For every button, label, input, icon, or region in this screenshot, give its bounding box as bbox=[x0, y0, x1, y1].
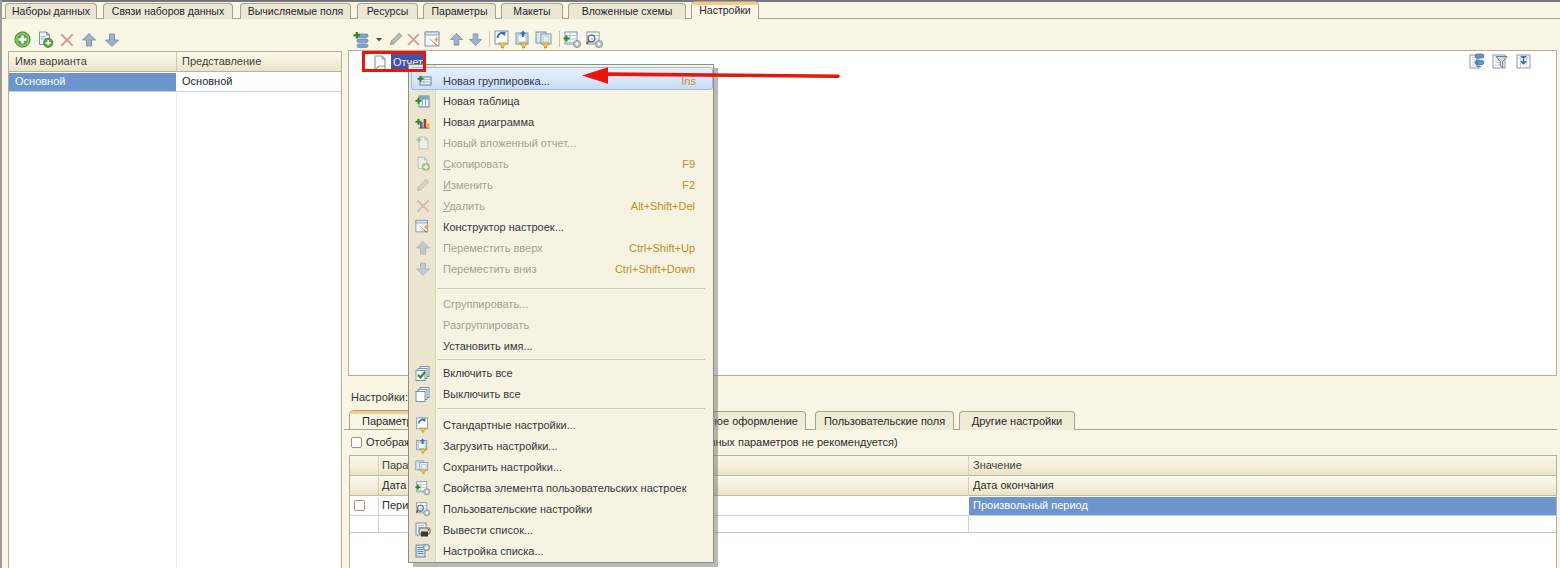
btn-copy[interactable] bbox=[36, 31, 54, 48]
tb-down bbox=[468, 32, 483, 47]
mi-disable-all[interactable]: Выключить все bbox=[436, 384, 711, 405]
mi-group: Сгруппировать... bbox=[436, 294, 711, 315]
tb-add[interactable] bbox=[353, 31, 383, 48]
mi-load-settings[interactable]: Загрузить настройки... bbox=[436, 436, 711, 457]
annotation-arrow bbox=[578, 62, 843, 90]
mi-setname[interactable]: Установить имя... bbox=[436, 336, 711, 357]
mi-std-settings[interactable]: Стандартные настройки... bbox=[436, 415, 711, 436]
mi-save-settings[interactable]: Сохранить настройки... bbox=[436, 457, 711, 478]
btn-down bbox=[104, 32, 120, 48]
mi-list-setup[interactable]: Настройка списка... bbox=[436, 541, 711, 562]
mi-new-subreport: Новый вложенный отчет... bbox=[436, 133, 711, 154]
tab-makety[interactable]: Макеты bbox=[501, 3, 563, 19]
mi-ungroup: Разгруппировать bbox=[436, 315, 711, 336]
mi-move-up: Переместить вверх Ctrl+Shift+Up bbox=[436, 238, 711, 259]
variants-table: Имя варианта Представление Основной Осно… bbox=[8, 51, 342, 568]
tb-del bbox=[406, 32, 421, 47]
tab-svyazi[interactable]: Связи наборов данных bbox=[103, 3, 233, 19]
top-tabbar: Наборы данных Связи наборов данных Вычис… bbox=[0, 0, 1560, 19]
tab-parametry[interactable]: Параметры bbox=[423, 3, 496, 19]
mi-move-down: Переместить вниз Ctrl+Shift+Down bbox=[436, 259, 711, 280]
mi-new-chart[interactable]: Новая диаграмма bbox=[436, 112, 711, 133]
tb-usr bbox=[585, 30, 604, 49]
tb-edit bbox=[388, 31, 404, 47]
mi-enable-all[interactable]: Включить все bbox=[436, 363, 711, 384]
left-edge bbox=[0, 0, 2, 568]
tb-save bbox=[535, 30, 555, 49]
tr-structure bbox=[1469, 53, 1486, 70]
mi-copy: Скопировать F9 bbox=[436, 154, 711, 175]
tb-usprop bbox=[563, 30, 582, 49]
btn-up bbox=[81, 32, 97, 48]
tab-resursy[interactable]: Ресурсы bbox=[357, 3, 418, 19]
mi-user-settings[interactable]: Пользовательские настройки bbox=[436, 499, 711, 520]
mi-us-props[interactable]: Свойства элемента пользовательских настр… bbox=[436, 478, 711, 499]
variants-row[interactable]: Основной Основной bbox=[9, 73, 341, 91]
stab-polzpolya[interactable]: Пользовательские поля bbox=[815, 411, 954, 430]
tab-vych[interactable]: Вычисляемые поля bbox=[240, 3, 351, 19]
tab-nastroyki[interactable]: Настройки bbox=[691, 1, 759, 19]
tb-wizard bbox=[424, 31, 442, 48]
tr-filter bbox=[1492, 53, 1509, 70]
tr-col bbox=[1516, 53, 1533, 70]
left-toolbar bbox=[8, 31, 138, 48]
tb-std bbox=[493, 30, 512, 49]
stab-drugie[interactable]: Другие настройки bbox=[959, 411, 1075, 430]
mi-constructor[interactable]: Конструктор настроек... bbox=[436, 217, 711, 238]
mi-delete: Удалить Alt+Shift+Del bbox=[436, 196, 711, 217]
mi-new-table[interactable]: Новая таблица bbox=[436, 91, 711, 112]
tree-toolbar bbox=[349, 30, 1049, 49]
tb-up bbox=[449, 32, 464, 47]
mi-edit: Изменить F2 bbox=[436, 175, 711, 196]
context-menu: Новая группировка... Ins Новая таблица bbox=[408, 64, 714, 563]
1c-dcs-settings-page: Наборы данных Связи наборов данных Вычис… bbox=[0, 0, 1560, 568]
tb-load bbox=[514, 30, 533, 49]
settings-label: Настройки: bbox=[351, 391, 408, 403]
tab-vlozh[interactable]: Вложенные схемы bbox=[568, 3, 686, 19]
variants-header: Имя варианта Представление bbox=[9, 52, 341, 72]
btn-add[interactable] bbox=[14, 31, 31, 48]
btn-del bbox=[59, 32, 75, 48]
tab-nabory[interactable]: Наборы данных bbox=[5, 3, 97, 19]
mi-print-list[interactable]: Вывести список... bbox=[436, 520, 711, 541]
annotation-rect bbox=[362, 51, 426, 72]
